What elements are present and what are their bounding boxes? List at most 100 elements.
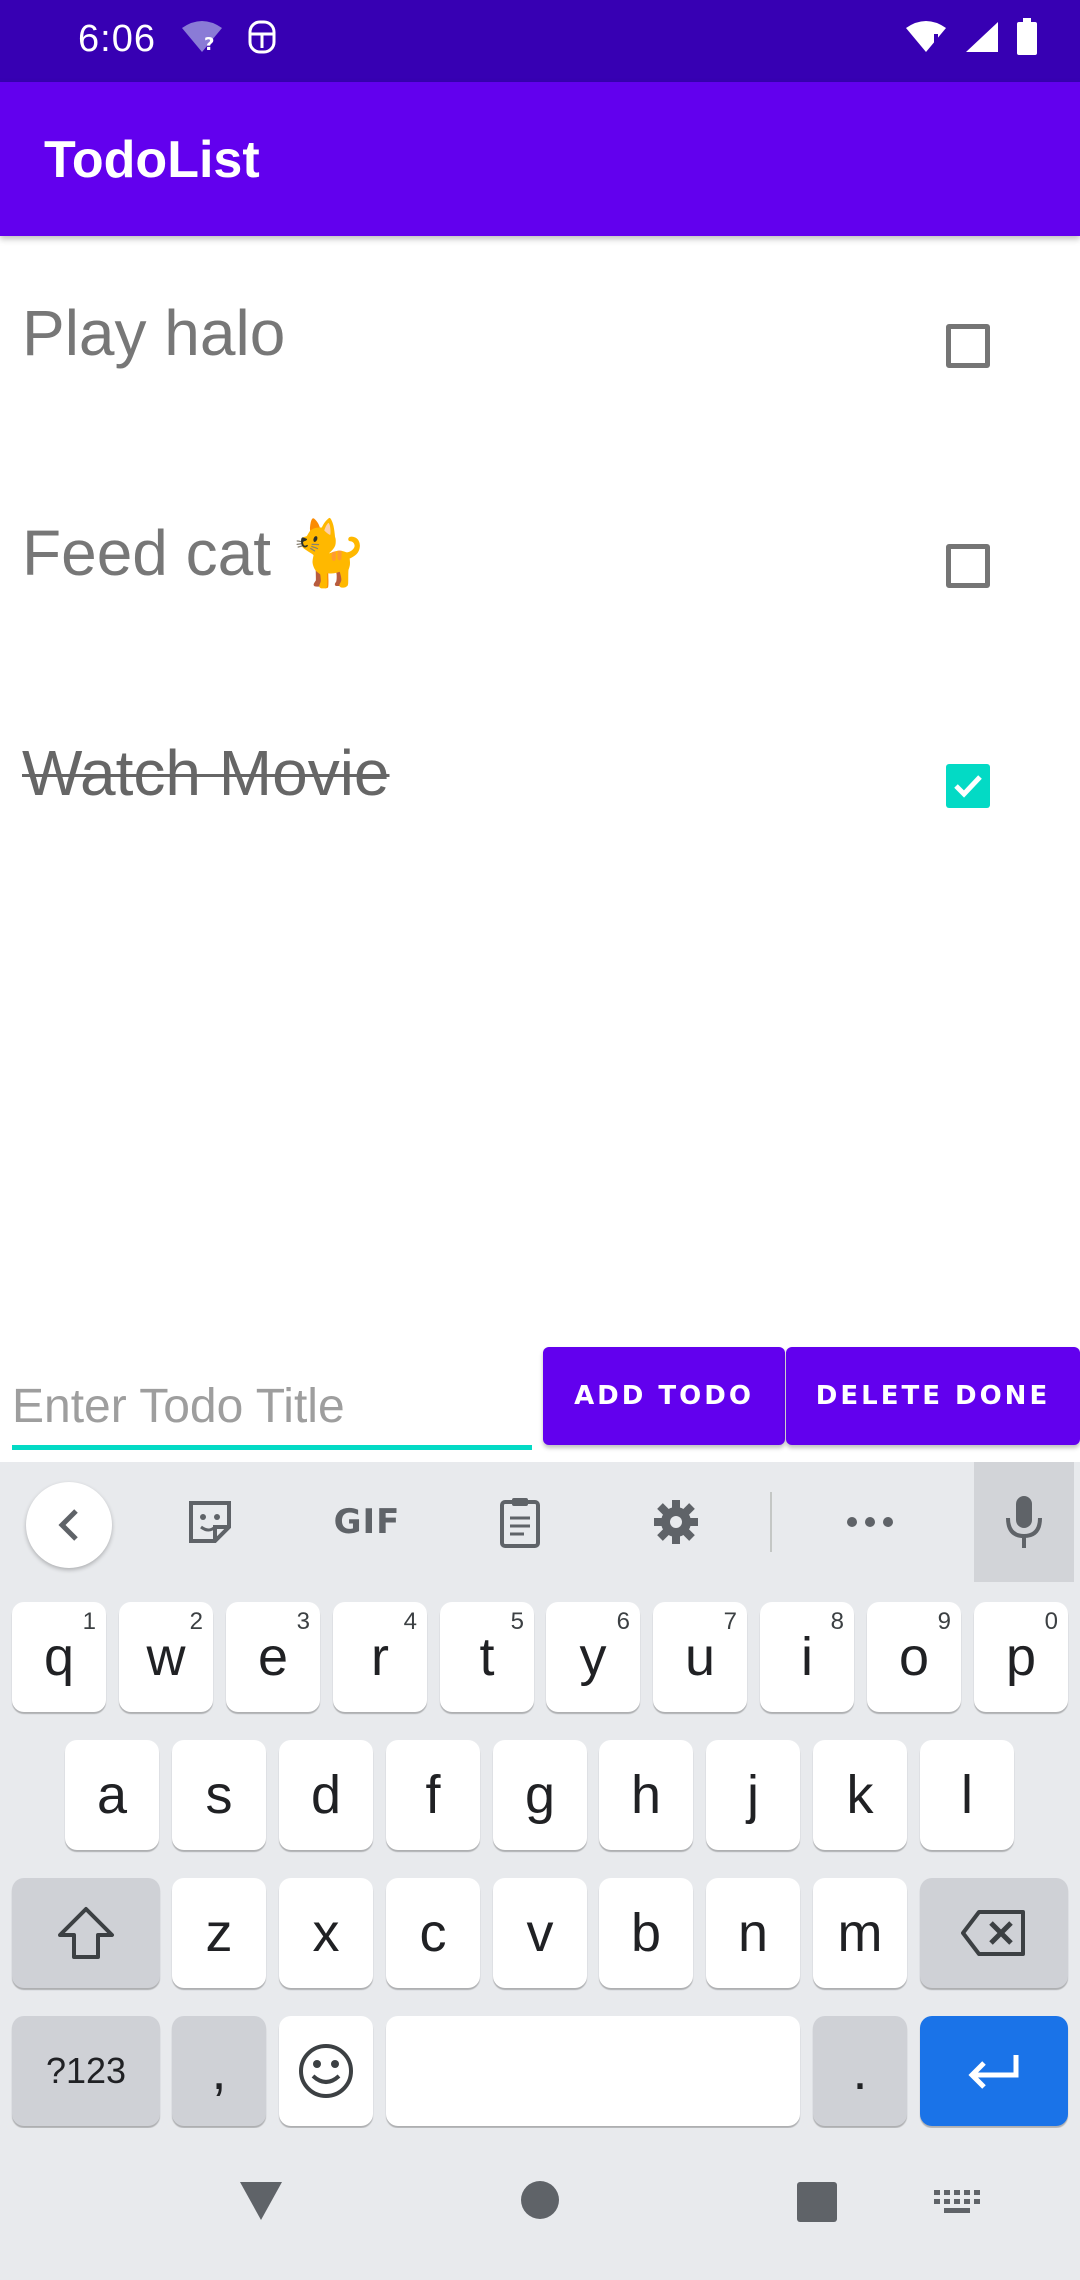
todo-item: Watch Movie (0, 676, 1080, 896)
key-f[interactable]: f (386, 1740, 480, 1850)
wifi-alert-icon (904, 20, 948, 59)
key-v[interactable]: v (493, 1878, 587, 1988)
circle-home-icon (521, 2181, 559, 2219)
wifi-question-icon: ? (180, 20, 224, 59)
gif-label: GIF (333, 1502, 401, 1542)
key-hint: 7 (723, 1608, 737, 1635)
more-options-button[interactable] (830, 1486, 910, 1558)
chevron-left-icon (58, 1509, 78, 1541)
settings-button[interactable] (636, 1486, 716, 1558)
key-s[interactable]: s (172, 1740, 266, 1850)
key-i[interactable]: i8 (760, 1602, 854, 1712)
key-n[interactable]: n (706, 1878, 800, 1988)
key-label: o (898, 1627, 930, 1687)
period-key[interactable]: . (813, 2016, 907, 2126)
backspace-icon (961, 1910, 1025, 1956)
key-label: x (312, 1903, 340, 1963)
back-nav-button[interactable] (238, 2180, 284, 2227)
key-label: t (479, 1627, 495, 1687)
key-label: h (630, 1765, 662, 1825)
key-m[interactable]: m (813, 1878, 907, 1988)
key-label: v (526, 1903, 554, 1963)
todo-label: Feed cat 🐈 (22, 517, 369, 589)
key-label: w (146, 1627, 186, 1687)
key-label: s (205, 1765, 233, 1825)
key-label: c (419, 1903, 447, 1963)
backspace-key[interactable] (920, 1878, 1068, 1988)
sticker-icon (189, 1501, 231, 1543)
battery-icon (1016, 18, 1038, 61)
microphone-icon (1006, 1496, 1042, 1548)
status-time: 6:06 (78, 18, 156, 60)
shift-key[interactable] (12, 1878, 160, 1988)
keyboard-switch-button[interactable] (934, 2190, 980, 2221)
accessibility-icon (246, 18, 278, 61)
home-nav-button[interactable] (520, 2180, 560, 2225)
key-label: l (961, 1765, 973, 1825)
key-p[interactable]: p0 (974, 1602, 1068, 1712)
key-label: ?123 (45, 2050, 127, 2091)
navigation-bar (0, 2128, 1080, 2280)
key-label: k (846, 1765, 874, 1825)
status-bar: 6:06 ? (0, 0, 1080, 82)
key-w[interactable]: w2 (119, 1602, 213, 1712)
triangle-down-icon (240, 2182, 282, 2220)
key-y[interactable]: y6 (546, 1602, 640, 1712)
keyboard-back-button[interactable] (26, 1482, 112, 1568)
key-label: b (630, 1903, 662, 1963)
key-e[interactable]: e3 (226, 1602, 320, 1712)
todo-checkbox[interactable] (946, 764, 990, 808)
sticker-button[interactable] (170, 1486, 250, 1558)
square-recents-icon (797, 2182, 837, 2222)
key-label: . (852, 2041, 868, 2101)
todo-checkbox[interactable] (946, 544, 990, 588)
key-l[interactable]: l (920, 1740, 1014, 1850)
recents-nav-button[interactable] (797, 2182, 837, 2227)
delete-done-button[interactable]: DELETE DONE (786, 1347, 1080, 1445)
key-r[interactable]: r4 (333, 1602, 427, 1712)
key-label: f (425, 1765, 441, 1825)
enter-key[interactable] (920, 2016, 1068, 2126)
key-label: r (371, 1627, 389, 1687)
key-hint: 3 (296, 1608, 310, 1635)
clipboard-button[interactable] (480, 1486, 560, 1558)
check-icon (954, 775, 982, 798)
key-hint: 6 (616, 1608, 630, 1635)
todo-item: Play halo (0, 236, 1080, 456)
key-g[interactable]: g (493, 1740, 587, 1850)
key-hint: 1 (82, 1608, 96, 1635)
todo-list: Play halo Feed cat 🐈 Watch Movie (0, 236, 1080, 896)
key-hint: 9 (937, 1608, 951, 1635)
key-t[interactable]: t5 (440, 1602, 534, 1712)
key-j[interactable]: j (706, 1740, 800, 1850)
symbols-key[interactable]: ?123 (12, 2016, 160, 2126)
key-q[interactable]: q1 (12, 1602, 106, 1712)
key-c[interactable]: c (386, 1878, 480, 1988)
todo-checkbox[interactable] (946, 324, 990, 368)
key-label: e (257, 1627, 289, 1687)
todo-title-input[interactable] (12, 1367, 532, 1450)
key-u[interactable]: u7 (653, 1602, 747, 1712)
gif-button[interactable]: GIF (322, 1486, 412, 1558)
emoji-key[interactable] (279, 2016, 373, 2126)
enter-arrow-icon (968, 2055, 1019, 2089)
add-todo-button[interactable]: ADD TODO (543, 1347, 785, 1445)
key-b[interactable]: b (599, 1878, 693, 1988)
voice-input-button[interactable] (974, 1462, 1074, 1582)
key-label: q (43, 1627, 75, 1687)
key-x[interactable]: x (279, 1878, 373, 1988)
key-k[interactable]: k (813, 1740, 907, 1850)
key-o[interactable]: o9 (867, 1602, 961, 1712)
key-h[interactable]: h (599, 1740, 693, 1850)
todo-item: Feed cat 🐈 (0, 456, 1080, 676)
todo-label: Watch Movie (22, 737, 390, 809)
key-label: n (737, 1903, 769, 1963)
todo-label: Play halo (22, 297, 286, 369)
key-z[interactable]: z (172, 1878, 266, 1988)
key-label: a (96, 1765, 128, 1825)
key-d[interactable]: d (279, 1740, 373, 1850)
comma-key[interactable]: , (172, 2016, 266, 2126)
add-todo-bar: ADD TODO DELETE DONE (0, 1345, 1080, 1465)
key-a[interactable]: a (65, 1740, 159, 1850)
space-key[interactable] (386, 2016, 800, 2126)
